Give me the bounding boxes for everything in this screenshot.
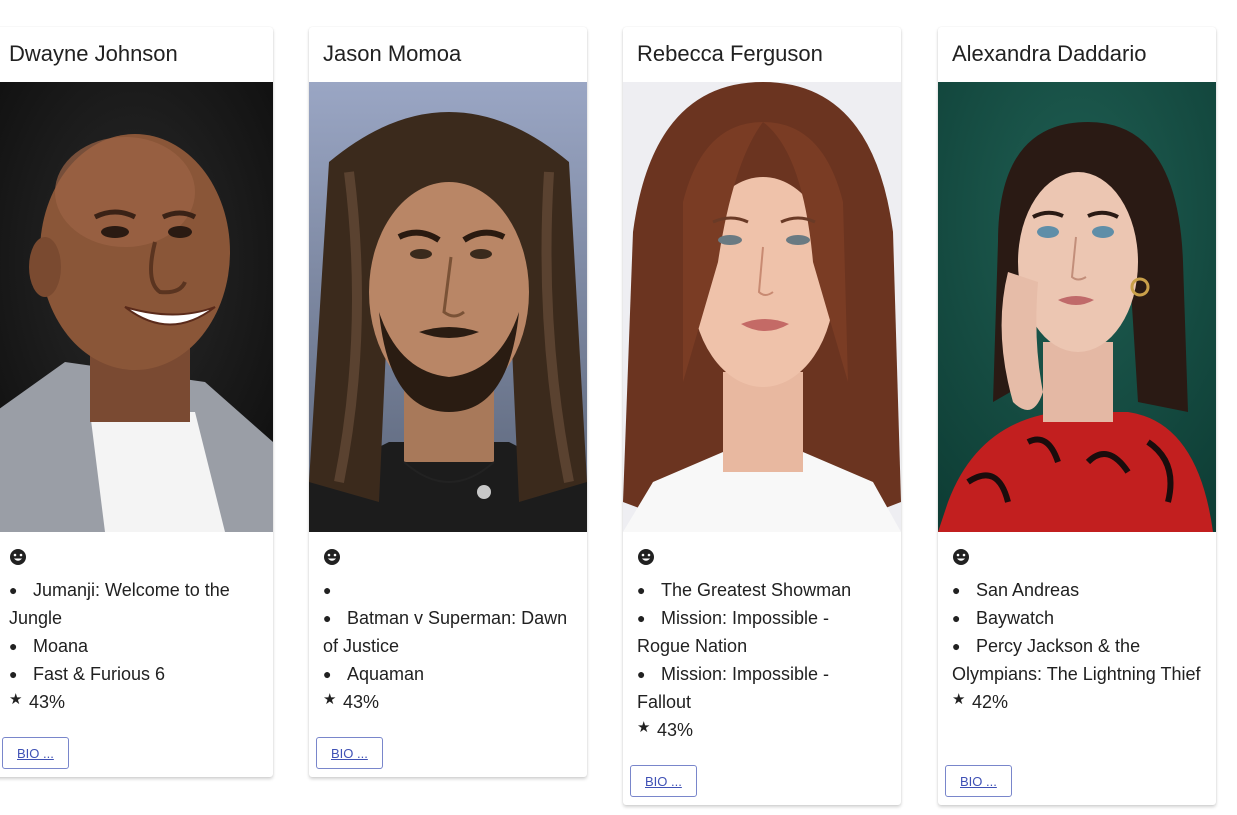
actor-card-grid: Dwayne Johnson ● Jumanji: Welcome to the… <box>0 0 1237 815</box>
card-body: ● The Greatest Showman ● Mission: Impossib… <box>623 532 901 744</box>
actor-photo <box>623 82 901 532</box>
bio-button[interactable]: BIO ... <box>945 765 1012 797</box>
rating-value: 43% <box>29 692 66 712</box>
card-body: ● Jumanji: Welcome to the Jungle ● Moana ●… <box>0 532 273 716</box>
smile-icon <box>10 549 26 565</box>
list-item: ● Mission: Impossible - Fallout <box>637 664 830 712</box>
list-item: ● Jumanji: Welcome to the Jungle <box>9 580 230 628</box>
smile-icon <box>324 549 340 565</box>
actor-card: Alexandra Daddario ● San Andreas ● Baywa… <box>938 27 1216 805</box>
star-icon: ★ <box>323 691 337 708</box>
list-item: ● Baywatch <box>952 608 1055 628</box>
card-body: ● ● Batman v Superman: Dawn of Justice ● A… <box>309 532 587 716</box>
actor-photo <box>938 82 1216 532</box>
bio-button[interactable]: BIO ... <box>630 765 697 797</box>
actor-photo <box>0 82 273 532</box>
list-item: ● The Greatest Showman <box>637 580 852 600</box>
list-item: ● Batman v Superman: Dawn of Justice <box>323 608 568 656</box>
list-item: ● Mission: Impossible - Rogue Nation <box>637 608 830 656</box>
actor-name: Rebecca Ferguson <box>637 41 823 66</box>
smile-icon <box>953 549 969 565</box>
actor-card: Dwayne Johnson ● Jumanji: Welcome to the… <box>0 27 273 777</box>
bio-button[interactable]: BIO ... <box>2 737 69 769</box>
list-item: ● Moana <box>9 636 89 656</box>
film-list: ● The Greatest Showman ● Mission: Impossib… <box>637 576 887 716</box>
actor-photo <box>309 82 587 532</box>
list-item: ● Fast & Furious 6 <box>9 664 166 684</box>
smile-icon <box>638 549 654 565</box>
rating-value: 43% <box>343 692 380 712</box>
rating-value: 42% <box>972 692 1009 712</box>
list-item: ● San Andreas <box>952 580 1080 600</box>
list-item: ● <box>323 582 332 598</box>
rating: ★ 43% <box>637 716 887 744</box>
rating-value: 43% <box>657 720 694 740</box>
card-body: ● San Andreas ● Baywatch ● Percy Jackson & … <box>938 532 1216 716</box>
actor-name: Alexandra Daddario <box>952 41 1147 66</box>
film-list: ● Jumanji: Welcome to the Jungle ● Moana ●… <box>9 576 259 688</box>
rating: ★ 43% <box>9 688 259 716</box>
rating: ★ 42% <box>952 688 1202 716</box>
star-icon: ★ <box>9 691 23 708</box>
bio-button[interactable]: BIO ... <box>316 737 383 769</box>
list-item: ● Aquaman <box>323 664 425 684</box>
actor-card: Rebecca Ferguson ● The Greatest Showman … <box>623 27 901 805</box>
actor-card: Jason Momoa ● ● Batman v Superman: Dawn … <box>309 27 587 777</box>
actor-name: Jason Momoa <box>323 41 462 66</box>
list-item: ● Percy Jackson & the Olympians: The Ligh… <box>952 636 1201 684</box>
film-list: ● ● Batman v Superman: Dawn of Justice ● A… <box>323 576 573 688</box>
rating: ★ 43% <box>323 688 573 716</box>
star-icon: ★ <box>637 719 651 736</box>
actor-name: Dwayne Johnson <box>9 41 178 66</box>
film-list: ● San Andreas ● Baywatch ● Percy Jackson & … <box>952 576 1202 688</box>
star-icon: ★ <box>952 691 966 708</box>
